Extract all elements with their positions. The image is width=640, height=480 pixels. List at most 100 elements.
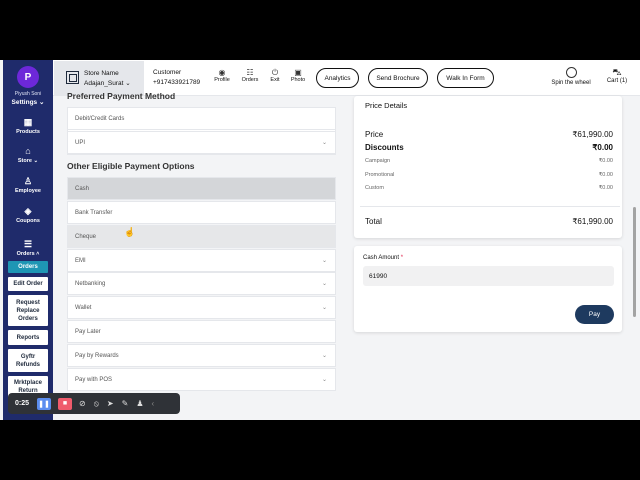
- chevron-down-icon: ⌄: [321, 258, 327, 264]
- store-value: Adajan_Surat ⌄: [84, 79, 131, 87]
- payment-option-pay-with-pos[interactable]: Pay with POS ⌄: [67, 368, 336, 391]
- chevron-down-icon: ⌄: [37, 99, 45, 106]
- scrollbar[interactable]: [633, 207, 636, 317]
- mute-mic-icon[interactable]: ⦸: [94, 399, 99, 409]
- sidebar-item-employee[interactable]: ♙ Employee: [3, 177, 53, 195]
- orders-button[interactable]: ☷ Orders: [239, 68, 261, 83]
- user-circle-icon: ◉: [218, 68, 226, 77]
- payment-option-wallet[interactable]: Wallet ⌄: [67, 296, 336, 319]
- campaign-row: Campaign ₹0.00: [365, 158, 613, 164]
- sidebar-item-label: Orders: [16, 251, 35, 257]
- price-value: ₹61,990.00: [572, 130, 613, 139]
- promotional-label: Promotional: [365, 172, 395, 178]
- tag-icon: ◈: [24, 206, 32, 216]
- send-brochure-button[interactable]: Send Brochure: [368, 68, 428, 88]
- payment-option-pay-later[interactable]: Pay Later: [67, 320, 336, 343]
- settings-link[interactable]: Settings ⌄: [3, 98, 53, 106]
- sidebar-item-label: Employee: [15, 188, 41, 194]
- option-label: Bank Transfer: [75, 209, 113, 216]
- cart-button[interactable]: ⛍ Cart (1): [603, 67, 631, 84]
- chevron-down-icon: ⌄: [321, 353, 327, 359]
- divider: [360, 206, 620, 207]
- chevron-down-icon: ⌄: [321, 305, 327, 311]
- exit-button[interactable]: ⏻ Exit: [264, 68, 286, 83]
- stop-icon: ■: [62, 400, 68, 407]
- store-selector[interactable]: Store Name Adajan_Surat ⌄: [54, 61, 144, 95]
- sub-item-orders[interactable]: Orders: [8, 261, 48, 273]
- list-icon: ☷: [246, 68, 254, 77]
- sub-item-gyftr-refunds[interactable]: Gyftr Refunds: [8, 349, 48, 372]
- pause-icon: ❚❚: [38, 400, 50, 408]
- sub-item-edit-order[interactable]: Edit Order: [8, 277, 48, 291]
- price-details-title: Price Details: [365, 101, 408, 110]
- customer-phone: +917433921789: [153, 79, 201, 86]
- payment-option-upi[interactable]: UPI ⌄: [67, 131, 336, 154]
- customer-label: Customer: [153, 69, 182, 76]
- spin-label: Spin the wheel: [551, 80, 591, 86]
- mute-camera-icon[interactable]: ⊘: [79, 399, 86, 408]
- chevron-down-icon: ⌄: [123, 80, 131, 87]
- custom-value: ₹0.00: [598, 185, 613, 191]
- cash-amount-input[interactable]: 61990: [363, 266, 614, 286]
- list-icon: ☰: [23, 239, 33, 249]
- sub-item-request-replace-orders[interactable]: Request Replace Orders: [8, 295, 48, 326]
- promotional-value: ₹0.00: [598, 172, 613, 178]
- preferred-payment-title: Preferred Payment Method: [67, 93, 176, 101]
- discounts-row: Discounts ₹0.00: [365, 143, 613, 152]
- photo-label: Photo: [290, 77, 306, 83]
- sidebar-item-orders[interactable]: ☰ Orders ˄: [3, 239, 53, 258]
- sidebar-item-coupons[interactable]: ◈ Coupons: [3, 206, 53, 225]
- mouse-cursor-icon: ☝: [124, 227, 136, 237]
- chevron-down-icon: ⌄: [321, 281, 327, 287]
- payment-option-bank-transfer[interactable]: Bank Transfer: [67, 201, 336, 224]
- avatar[interactable]: P: [17, 66, 39, 88]
- payment-option-netbanking[interactable]: Netbanking ⌄: [67, 272, 336, 295]
- chevron-down-icon: ⌄: [321, 377, 327, 383]
- pause-button[interactable]: ❚❚: [37, 397, 51, 410]
- highlighter-icon[interactable]: ♟: [136, 399, 143, 408]
- store-label: Store Name: [84, 70, 119, 77]
- wheel-icon: [565, 67, 577, 78]
- cash-amount-label: Cash Amount *: [363, 255, 403, 261]
- user-name: Piyush Soni: [14, 91, 42, 97]
- payment-option-cheque[interactable]: Cheque: [67, 225, 336, 248]
- cash-amount-label-text: Cash Amount: [363, 255, 400, 261]
- payment-option-pay-by-rewards[interactable]: Pay by Rewards ⌄: [67, 344, 336, 367]
- payment-option-emi[interactable]: EMI ⌄: [67, 249, 336, 272]
- price-row: Price ₹61,990.00: [365, 130, 613, 139]
- pen-icon[interactable]: ✎: [122, 399, 129, 408]
- total-value: ₹61,990.00: [572, 217, 613, 226]
- option-label: Cheque: [75, 233, 97, 240]
- pay-button[interactable]: Pay: [575, 305, 614, 324]
- profile-button[interactable]: ◉ Profile: [211, 68, 233, 83]
- stop-button[interactable]: ■: [58, 397, 72, 410]
- option-label: UPI: [75, 139, 86, 146]
- total-label: Total: [365, 217, 382, 226]
- orders-label: Orders: [241, 77, 259, 83]
- option-label: EMI: [75, 257, 86, 264]
- store-icon: [66, 71, 79, 84]
- top-header: Store Name Adajan_Surat ⌄ Customer +9174…: [53, 60, 640, 96]
- other-payment-title: Other Eligible Payment Options: [67, 161, 195, 171]
- sub-item-reports[interactable]: Reports: [8, 330, 48, 345]
- sidebar-item-label: Store: [17, 158, 32, 164]
- pointer-icon[interactable]: ➤: [107, 399, 114, 408]
- sidebar-item-store[interactable]: ⌂ Store ⌄: [3, 147, 53, 165]
- discounts-label: Discounts: [365, 143, 404, 152]
- walk-in-form-button[interactable]: Walk In Form: [437, 68, 494, 88]
- sidebar-item-products[interactable]: ▦ Products: [3, 118, 53, 136]
- payment-option-cash[interactable]: Cash: [67, 177, 336, 200]
- analytics-button[interactable]: Analytics: [316, 68, 359, 88]
- option-label: Wallet: [75, 304, 92, 311]
- photo-button[interactable]: ▣ Photo: [287, 68, 309, 83]
- cart-icon: ⛍: [612, 67, 622, 77]
- payment-option-cards[interactable]: Debit/Credit Cards: [67, 107, 336, 130]
- collapse-icon[interactable]: ‹: [152, 399, 155, 408]
- price-label: Price: [365, 130, 384, 139]
- required-mark: *: [400, 255, 404, 261]
- sidebar-item-label: Coupons: [16, 218, 40, 224]
- spin-the-wheel-button[interactable]: Spin the wheel: [543, 67, 599, 86]
- chevron-down-icon: ⌄: [321, 140, 327, 146]
- profile-label: Profile: [214, 77, 230, 83]
- settings-label: Settings: [11, 99, 38, 106]
